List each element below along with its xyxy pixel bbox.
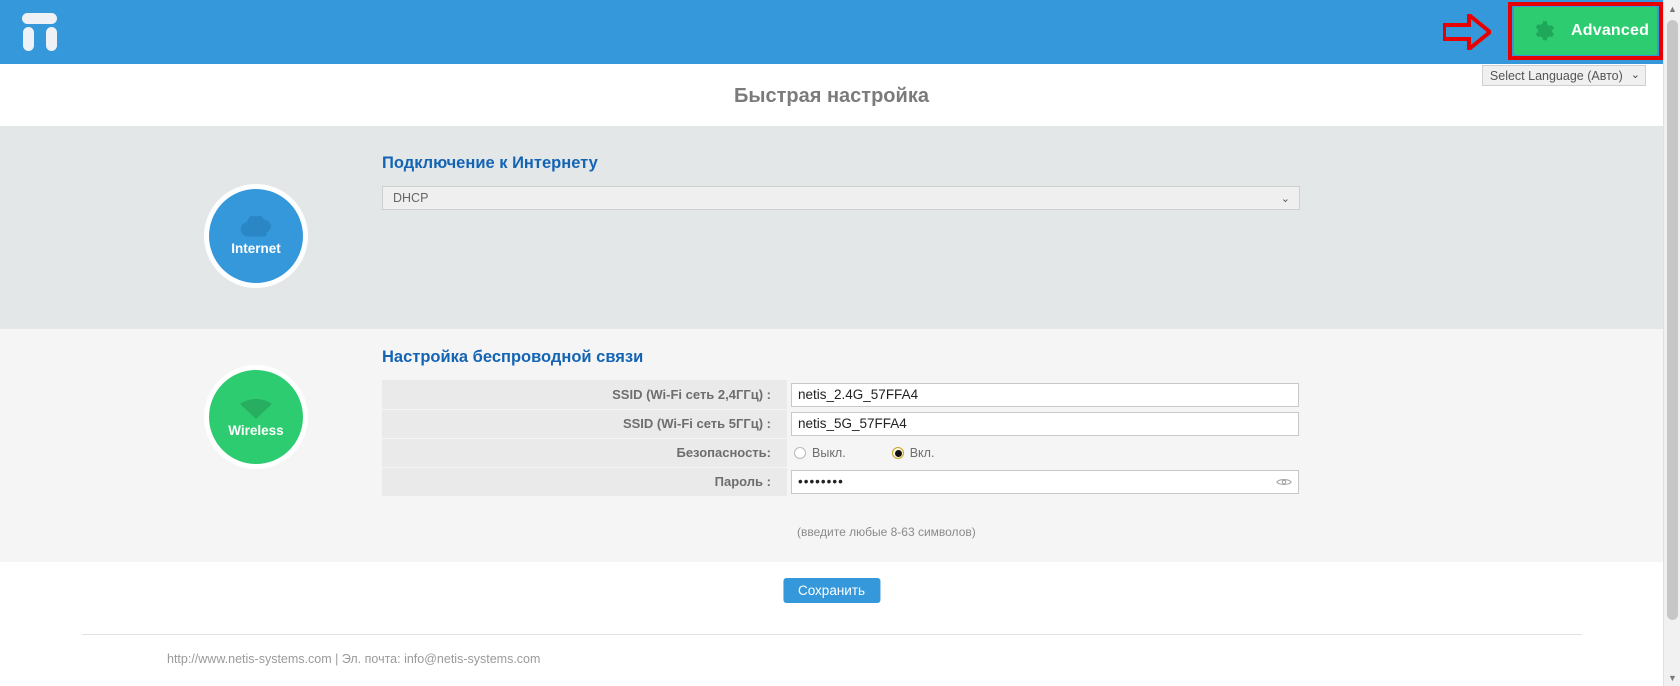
ssid-5-cell bbox=[787, 409, 1300, 438]
browser-page: Advanced Select Language (Авто) ⌄ Быстра… bbox=[0, 0, 1680, 686]
table-row-ssid-5: SSID (Wi-Fi сеть 5ГГц) : bbox=[382, 409, 1300, 439]
password-input[interactable] bbox=[791, 469, 1299, 494]
internet-section: Internet Подключение к Интернету DHCP ⌄ bbox=[0, 126, 1663, 329]
ssid-24-input[interactable] bbox=[791, 382, 1299, 407]
gear-icon bbox=[1535, 20, 1555, 40]
actions-section: Сохранить bbox=[0, 562, 1663, 619]
radio-off-icon[interactable] bbox=[794, 446, 806, 459]
wireless-badge-label: Wireless bbox=[228, 422, 284, 438]
footer-divider bbox=[81, 634, 1582, 635]
site-footer: http://www.netis-systems.com | Эл. почта… bbox=[0, 619, 1663, 666]
red-arrow-icon bbox=[1443, 14, 1491, 50]
chevron-down-icon: ⌄ bbox=[1630, 69, 1640, 81]
security-label: Безопасность: bbox=[382, 438, 787, 468]
language-select[interactable]: Select Language (Авто) ⌄ bbox=[1481, 65, 1646, 86]
save-button[interactable]: Сохранить bbox=[782, 578, 881, 603]
security-cell: Выкл. Вкл. bbox=[787, 438, 1300, 467]
logo-leg-right bbox=[46, 27, 57, 51]
security-option-on-label: Вкл. bbox=[909, 445, 935, 460]
language-selector-wrapper: Select Language (Авто) ⌄ bbox=[1481, 65, 1646, 86]
ssid-5-input[interactable] bbox=[791, 411, 1299, 436]
wireless-heading: Настройка беспроводной связи bbox=[382, 348, 644, 366]
wireless-settings-table: SSID (Wi-Fi сеть 2,4ГГц) : SSID (Wi-Fi с… bbox=[382, 380, 1300, 497]
wireless-badge: Wireless bbox=[204, 365, 308, 469]
advanced-button-label: Advanced bbox=[1571, 22, 1650, 39]
page-title: Быстрая настройка bbox=[0, 64, 1663, 126]
ssid-5-label: SSID (Wi-Fi сеть 5ГГц) : bbox=[382, 409, 787, 439]
page-viewport: Advanced Select Language (Авто) ⌄ Быстра… bbox=[0, 0, 1663, 686]
logo-bar bbox=[22, 13, 57, 24]
security-radio-group: Выкл. Вкл. bbox=[791, 446, 1299, 460]
password-hint: (введите любые 8-63 символов) bbox=[797, 525, 976, 539]
wireless-section: Wireless Настройка беспроводной связи SS… bbox=[0, 329, 1663, 562]
table-row-ssid-24: SSID (Wi-Fi сеть 2,4ГГц) : bbox=[382, 380, 1300, 410]
scrollbar-thumb[interactable] bbox=[1667, 20, 1678, 620]
ssid-24-label: SSID (Wi-Fi сеть 2,4ГГц) : bbox=[382, 380, 787, 410]
password-cell bbox=[787, 467, 1300, 496]
language-select-value: Select Language (Авто) bbox=[1489, 68, 1623, 83]
scroll-up-arrow-icon[interactable]: ▲ bbox=[1664, 0, 1680, 17]
internet-badge-label: Internet bbox=[231, 241, 281, 256]
table-row-password: Пароль : bbox=[382, 467, 1300, 497]
advanced-button[interactable]: Advanced bbox=[1514, 7, 1657, 55]
security-option-off-label: Выкл. bbox=[812, 445, 846, 460]
ssid-24-cell bbox=[787, 380, 1300, 409]
security-option-off[interactable]: Выкл. bbox=[794, 446, 846, 460]
vertical-scrollbar[interactable]: ▲ ▼ bbox=[1663, 0, 1680, 686]
internet-badge: Internet bbox=[204, 184, 308, 288]
security-option-on[interactable]: Вкл. bbox=[891, 445, 935, 460]
radio-on-icon[interactable] bbox=[891, 446, 904, 459]
connection-type-select[interactable]: DHCP ⌄ bbox=[382, 186, 1300, 210]
cloud-icon bbox=[240, 216, 271, 237]
logo-leg-left bbox=[23, 27, 34, 51]
site-header: Advanced bbox=[0, 0, 1663, 64]
table-row-security: Безопасность: Выкл. Вкл. bbox=[382, 438, 1300, 468]
connection-type-value: DHCP bbox=[393, 191, 429, 205]
chevron-down-icon: ⌄ bbox=[1280, 192, 1290, 205]
footer-text: http://www.netis-systems.com | Эл. почта… bbox=[167, 652, 541, 666]
internet-heading: Подключение к Интернету bbox=[382, 154, 598, 172]
scroll-down-arrow-icon[interactable]: ▼ bbox=[1664, 669, 1680, 686]
password-label: Пароль : bbox=[382, 467, 787, 497]
eye-icon[interactable] bbox=[1276, 477, 1292, 487]
netis-logo bbox=[20, 12, 60, 52]
password-input-wrapper bbox=[791, 469, 1299, 494]
wifi-icon bbox=[240, 398, 272, 419]
